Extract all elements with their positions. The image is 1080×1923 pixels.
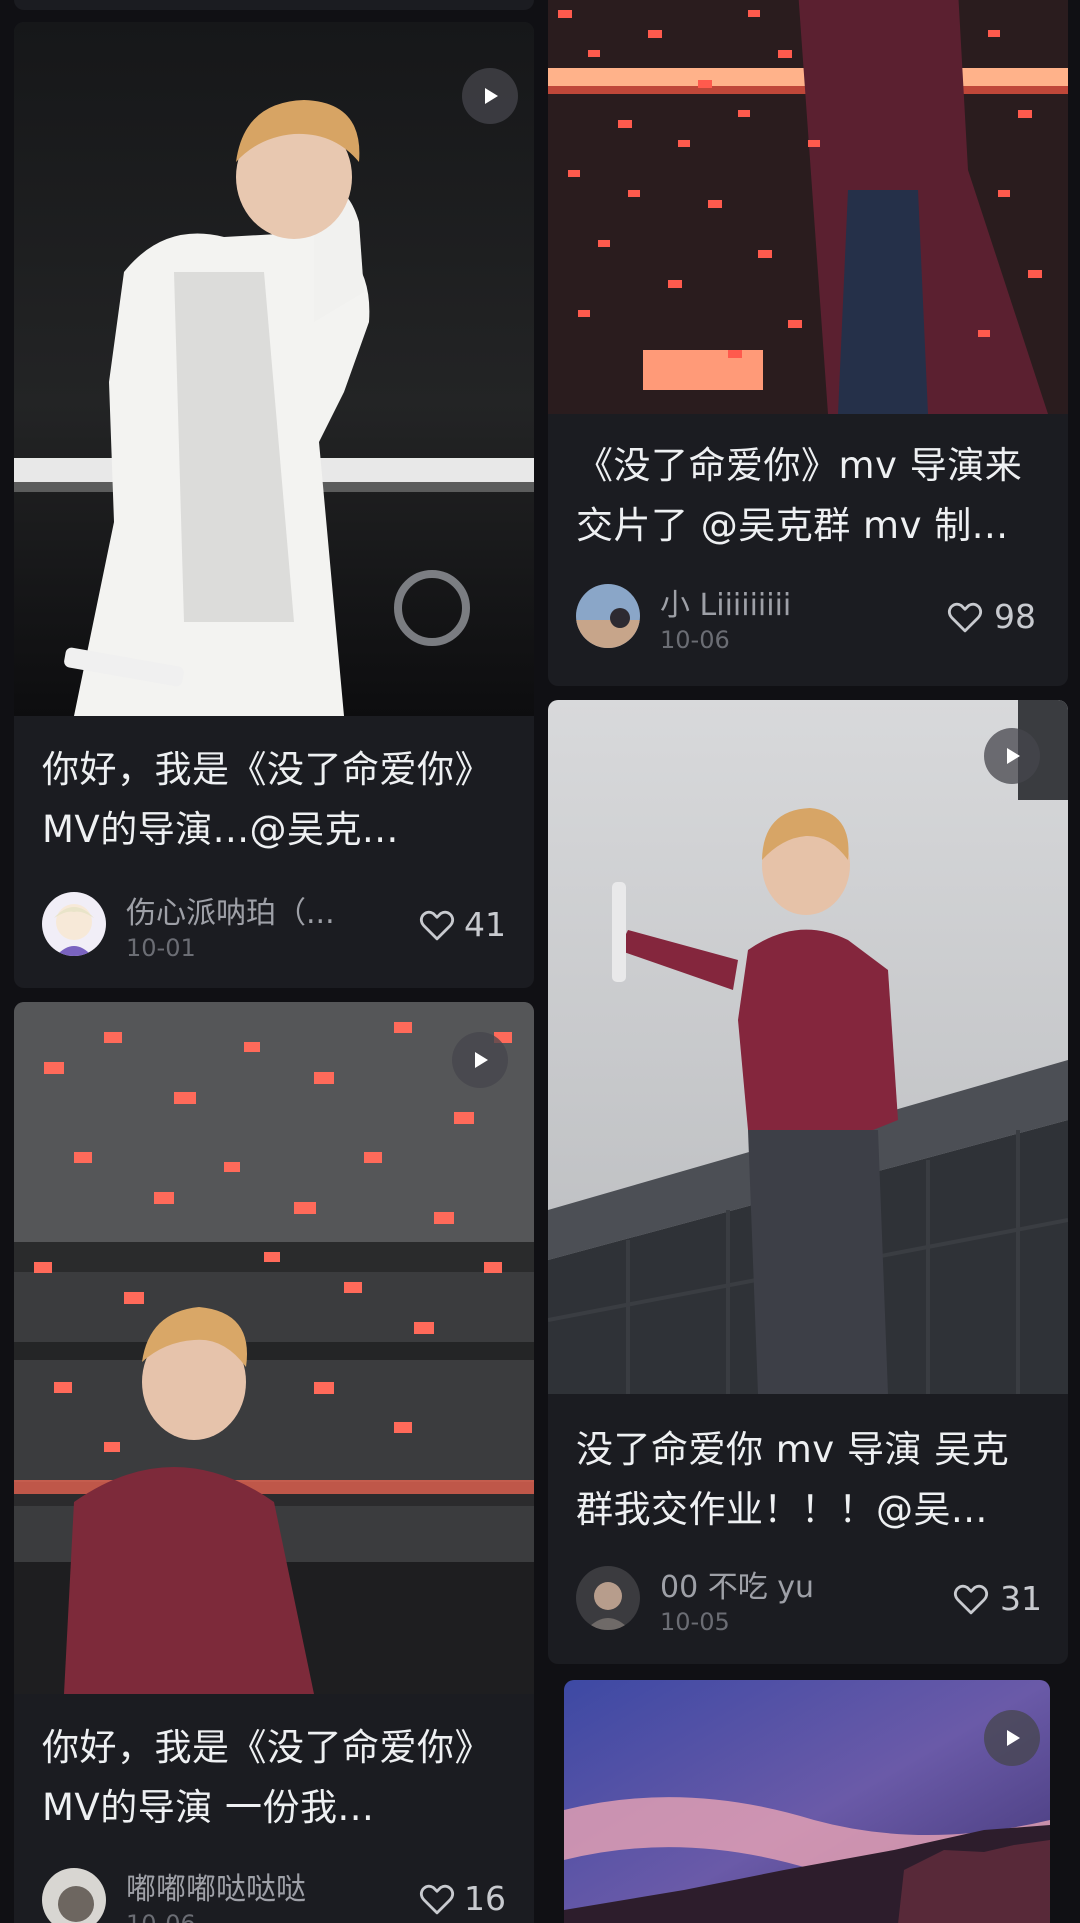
play-icon (462, 68, 518, 124)
avatar[interactable] (42, 1868, 106, 1923)
avatar-image (576, 584, 640, 648)
post-thumbnail[interactable] (548, 700, 1068, 1394)
avatar[interactable] (576, 584, 640, 648)
post-title[interactable]: 你好，我是《没了命爱你》MV的导演...@吴克... (42, 740, 506, 860)
play-icon (452, 1032, 508, 1088)
thumbnail-image-2 (548, 0, 1068, 414)
post-thumbnail[interactable] (564, 1680, 1050, 1923)
post-card-5[interactable] (564, 1680, 1050, 1923)
like-count: 31 (1000, 1579, 1042, 1618)
heart-outline-icon[interactable] (946, 600, 984, 634)
like-count: 98 (994, 597, 1036, 636)
post-card-1[interactable]: 你好，我是《没了命爱你》MV的导演...@吴克... 伤心派呐珀（... 10-… (14, 22, 534, 988)
heart-outline-icon[interactable] (952, 1582, 990, 1616)
post-thumbnail[interactable] (14, 22, 534, 716)
heart-outline-icon[interactable] (418, 908, 456, 942)
heart-outline-icon[interactable] (418, 1882, 456, 1916)
post-date: 10-06 (126, 1910, 196, 1923)
post-title[interactable]: 你好，我是《没了命爱你》MV的导演 一份我... (42, 1718, 506, 1838)
author-name[interactable]: 伤心派呐珀（... (126, 888, 335, 932)
avatar[interactable] (576, 1566, 640, 1630)
avatar[interactable] (42, 892, 106, 956)
avatar-image (42, 892, 106, 956)
like-count: 16 (464, 1879, 506, 1918)
post-date: 10-05 (660, 1608, 730, 1636)
author-name[interactable]: 嘟嘟嘟哒哒哒 (126, 1864, 306, 1908)
avatar-image (42, 1868, 106, 1923)
post-thumbnail[interactable] (14, 1002, 534, 1694)
post-title[interactable]: 没了命爱你 mv 导演 吴克群我交作业！！！@吴... (576, 1420, 1040, 1540)
avatar-image (576, 1566, 640, 1630)
post-title[interactable]: 《没了命爱你》mv 导演来交片了 @吴克群 mv 制... (576, 436, 1040, 556)
like-count: 41 (464, 905, 506, 944)
thumbnail-image-1 (14, 22, 534, 716)
post-thumbnail[interactable] (548, 0, 1068, 414)
post-date: 10-06 (660, 626, 730, 654)
play-icon (984, 1710, 1040, 1766)
post-card-2[interactable]: 《没了命爱你》mv 导演来交片了 @吴克群 mv 制... 小 Liiiiiii… (548, 0, 1068, 686)
video-feed: 你好，我是《没了命爱你》MV的导演...@吴克... 伤心派呐珀（... 10-… (0, 0, 1080, 1923)
post-date: 10-01 (126, 934, 196, 962)
thumbnail-image-3 (14, 1002, 534, 1694)
author-name[interactable]: 00 不吃 yu (660, 1562, 814, 1606)
post-card-4[interactable]: 没了命爱你 mv 导演 吴克群我交作业！！！@吴... 00 不吃 yu 10-… (548, 700, 1068, 1664)
post-card-3[interactable]: 你好，我是《没了命爱你》MV的导演 一份我... 嘟嘟嘟哒哒哒 10-06 16 (14, 1002, 534, 1923)
thumbnail-image-5 (564, 1680, 1050, 1923)
partial-card-top-left[interactable] (14, 0, 534, 10)
thumbnail-image-4 (548, 700, 1068, 1394)
play-icon (984, 728, 1040, 784)
author-name[interactable]: 小 Liiiiiiiii (660, 580, 791, 624)
